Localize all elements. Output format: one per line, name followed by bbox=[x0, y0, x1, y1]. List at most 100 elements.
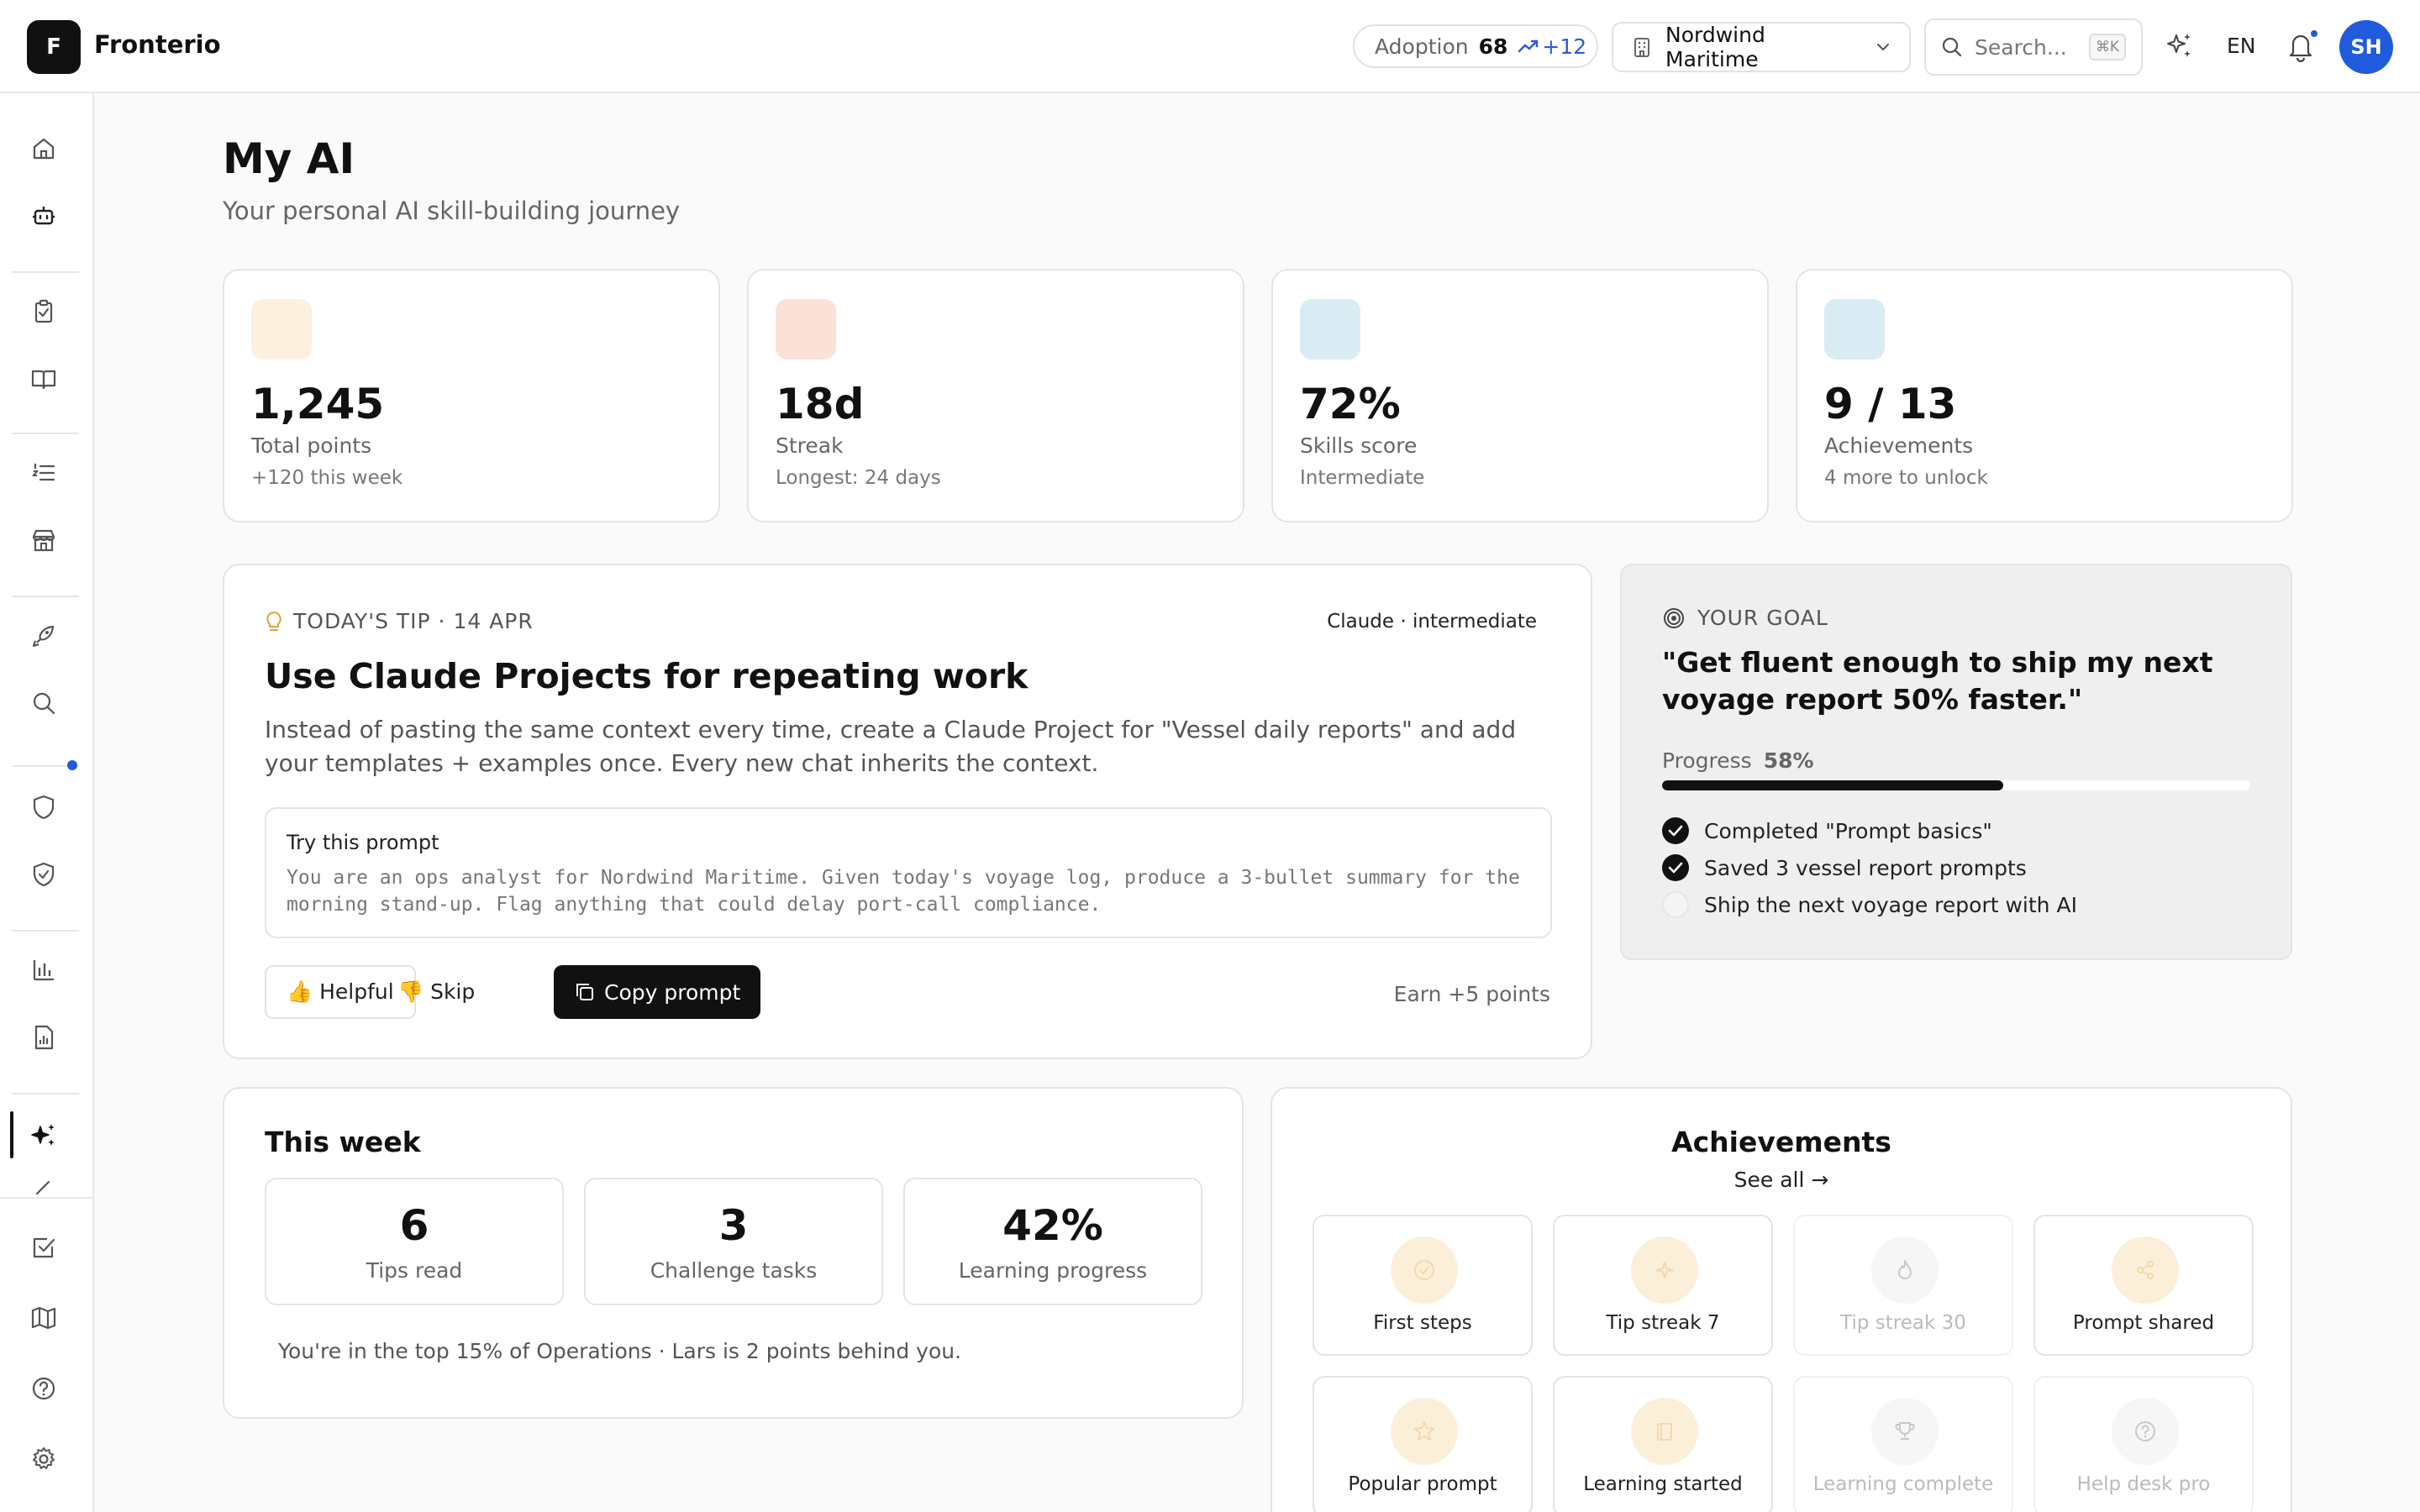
sidebar-item-reports[interactable] bbox=[27, 1021, 60, 1054]
stat-value: 9 / 13 bbox=[1824, 380, 1957, 428]
adoption-pill[interactable]: Adoption 68 +12 bbox=[1353, 24, 1598, 68]
stat-icon-tile bbox=[1300, 299, 1360, 360]
goal-item: Completed "Prompt basics" bbox=[1662, 817, 1992, 844]
prompt-text[interactable]: You are an ops analyst for Nordwind Mari… bbox=[287, 864, 1539, 918]
sidebar-item-checklist[interactable] bbox=[27, 1231, 60, 1264]
unchecked-icon bbox=[1662, 891, 1689, 918]
shield-check-icon bbox=[33, 862, 55, 887]
robot-icon bbox=[33, 207, 55, 225]
copy-prompt-label: Copy prompt bbox=[604, 979, 741, 1005]
achievements-title: Achievements bbox=[1671, 1126, 1891, 1158]
week-stat-label: Challenge tasks bbox=[650, 1258, 818, 1283]
notification-badge bbox=[2309, 29, 2319, 39]
sidebar-divider bbox=[0, 1197, 94, 1199]
clipboard-check-icon bbox=[34, 299, 53, 323]
achievement-label: Popular prompt bbox=[1348, 1473, 1497, 1495]
week-stat-label: Tips read bbox=[366, 1258, 463, 1283]
skip-button[interactable]: 👎 Skip bbox=[389, 965, 483, 1019]
sidebar-item-store[interactable] bbox=[27, 523, 60, 557]
goal-progress-bar bbox=[1662, 780, 2250, 790]
week-title: This week bbox=[265, 1126, 421, 1158]
week-footer: You're in the top 15% of Operations · La… bbox=[278, 1339, 962, 1363]
stat-card-achievements: 9 / 13 Achievements 4 more to unlock bbox=[1796, 269, 2293, 522]
earn-points-text: Earn +5 points bbox=[1393, 982, 1550, 1006]
todays-tip-card: TODAY'S TIP · 14 APR Claude · intermedia… bbox=[223, 564, 1592, 1059]
sidebar-item-roadmap[interactable] bbox=[27, 1301, 60, 1335]
sidebar-item-tasks[interactable] bbox=[27, 295, 60, 328]
top-bar: F Fronterio Adoption 68 +12 Nordwind Mar… bbox=[0, 0, 2420, 93]
goal-item-label: Saved 3 vessel report prompts bbox=[1704, 855, 2027, 880]
language-switcher[interactable]: EN bbox=[2227, 34, 2256, 58]
goal-eyebrow: YOUR GOAL bbox=[1662, 606, 1828, 630]
achievement-learning-complete[interactable]: Learning complete bbox=[1793, 1376, 2013, 1512]
achievement-prompt-shared[interactable]: Prompt shared bbox=[2033, 1215, 2254, 1356]
sidebar-item-settings[interactable] bbox=[27, 1442, 60, 1476]
achievement-label: Prompt shared bbox=[2072, 1312, 2215, 1334]
adoption-value: 68 bbox=[1478, 34, 1508, 59]
sidebar-divider bbox=[12, 930, 79, 932]
achievement-badge bbox=[1391, 1398, 1458, 1465]
settings-icon bbox=[33, 1447, 55, 1469]
achievement-tip-streak-30[interactable]: Tip streak 30 bbox=[1793, 1215, 2013, 1356]
achievement-badge bbox=[2112, 1236, 2179, 1304]
achievement-badge bbox=[1871, 1398, 1939, 1465]
org-selector[interactable]: Nordwind Maritime bbox=[1612, 22, 1911, 72]
sidebar-item-compliance[interactable] bbox=[27, 858, 60, 891]
app-window: F Fronterio Adoption 68 +12 Nordwind Mar… bbox=[0, 0, 2420, 1512]
achievement-badge bbox=[1871, 1236, 1939, 1304]
sidebar-item-search[interactable] bbox=[27, 686, 60, 720]
tip-tag: Claude · intermediate bbox=[1327, 611, 1537, 633]
stat-card-points: 1,245 Total points +120 this week bbox=[223, 269, 720, 522]
tip-eyebrow: TODAY'S TIP · 14 APR bbox=[265, 609, 534, 633]
goal-item-label: Ship the next voyage report with AI bbox=[1704, 892, 2077, 917]
book-icon bbox=[1657, 1423, 1672, 1441]
goal-card: YOUR GOAL "Get fluent enough to ship my … bbox=[1620, 564, 2292, 960]
search-input[interactable]: Search... ⌘K bbox=[1924, 18, 2143, 76]
achievement-tip-streak-7[interactable]: Tip streak 7 bbox=[1553, 1215, 1773, 1356]
sparkles-icon bbox=[31, 1124, 55, 1146]
achievement-badge bbox=[1631, 1398, 1698, 1465]
achievement-first-steps[interactable]: First steps bbox=[1313, 1215, 1533, 1356]
prompt-box: Try this prompt You are an ops analyst f… bbox=[265, 807, 1552, 938]
stat-value: 1,245 bbox=[251, 380, 385, 428]
copy-prompt-button[interactable]: Copy prompt bbox=[554, 965, 761, 1019]
sidebar-item-my-ai[interactable] bbox=[27, 1118, 60, 1152]
sidebar-item-home[interactable] bbox=[27, 132, 60, 165]
tip-title: Use Claude Projects for repeating work bbox=[265, 656, 1028, 696]
avatar[interactable]: SH bbox=[2339, 20, 2393, 74]
sidebar-item-launch[interactable] bbox=[27, 619, 60, 653]
achievement-popular-prompt[interactable]: Popular prompt bbox=[1313, 1376, 1533, 1512]
sidebar-item-help[interactable] bbox=[27, 1372, 60, 1405]
achievement-badge bbox=[1391, 1236, 1458, 1304]
sparkles-icon bbox=[2167, 34, 2191, 57]
achievement-label: First steps bbox=[1373, 1312, 1472, 1334]
sidebar-item-analytics[interactable] bbox=[27, 953, 60, 987]
adoption-delta: +12 bbox=[1518, 34, 1586, 59]
help-circle-icon bbox=[32, 1377, 55, 1400]
adoption-delta-value: +12 bbox=[1542, 34, 1587, 59]
sidebar-item-lists[interactable] bbox=[27, 456, 60, 490]
achievement-learning-started[interactable]: Learning started bbox=[1553, 1376, 1773, 1512]
sidebar-item-security[interactable] bbox=[27, 790, 60, 824]
stat-value: 72% bbox=[1300, 380, 1401, 428]
stat-subtext: +120 this week bbox=[251, 467, 403, 489]
copy-icon bbox=[576, 984, 593, 1000]
sidebar-item-edit[interactable] bbox=[27, 1177, 60, 1197]
target-icon bbox=[1664, 607, 1684, 628]
goal-item-label: Completed "Prompt basics" bbox=[1704, 818, 1992, 843]
adoption-label: Adoption bbox=[1375, 34, 1469, 59]
achievement-help-desk-pro[interactable]: Help desk pro bbox=[2033, 1376, 2254, 1512]
sparkle-icon bbox=[1655, 1261, 1674, 1279]
logo[interactable]: F bbox=[27, 20, 81, 74]
achievement-label: Tip streak 30 bbox=[1840, 1312, 1966, 1334]
week-stat-learning: 42% Learning progress bbox=[903, 1178, 1202, 1305]
sidebar-active-indicator bbox=[10, 1111, 13, 1158]
trophy-icon bbox=[1895, 1422, 1915, 1440]
sidebar-item-assistant[interactable] bbox=[27, 199, 60, 233]
search-icon bbox=[1942, 37, 1962, 57]
sidebar-item-library[interactable] bbox=[27, 362, 60, 396]
ai-sparkle-button[interactable] bbox=[2165, 30, 2195, 60]
see-all-link[interactable]: See all → bbox=[1272, 1168, 2291, 1192]
file-chart-icon bbox=[34, 1025, 54, 1050]
brand-name: Fronterio bbox=[94, 30, 221, 59]
